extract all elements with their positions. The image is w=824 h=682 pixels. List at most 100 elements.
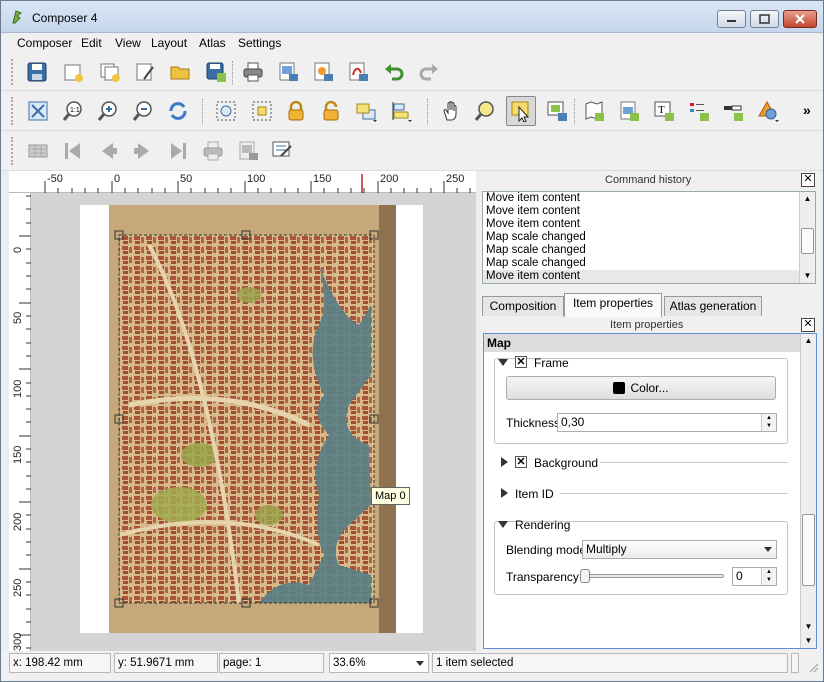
scroll-up-arrow[interactable]: ▲	[800, 192, 815, 206]
export-svg-icon[interactable]	[311, 60, 335, 84]
blending-mode-select[interactable]: Multiply	[582, 540, 777, 559]
scroll-down-arrow[interactable]: ▼	[800, 269, 815, 283]
unlock-icon[interactable]	[319, 99, 343, 123]
history-item[interactable]: Move item content	[483, 192, 815, 205]
v-ruler-label: 200	[12, 512, 24, 531]
divider	[560, 493, 788, 494]
redo-icon[interactable]	[417, 60, 441, 84]
tab-item-properties[interactable]: Item properties	[564, 293, 662, 317]
composer-manager-icon[interactable]	[133, 60, 157, 84]
zoom-tool-icon[interactable]	[473, 99, 497, 123]
add-image-icon[interactable]	[617, 99, 641, 123]
expand-background-icon[interactable]	[501, 457, 508, 467]
toolbar-grip[interactable]	[11, 97, 15, 125]
background-checkbox[interactable]: ✕	[515, 456, 527, 468]
history-item[interactable]: Map scale changed	[483, 231, 815, 244]
command-history-list[interactable]: Move item content Move item content Move…	[482, 191, 816, 284]
menu-atlas[interactable]: Atlas	[199, 36, 226, 50]
maximize-button[interactable]	[750, 10, 779, 28]
select-move-icon[interactable]	[506, 96, 536, 126]
menu-layout[interactable]: Layout	[151, 36, 187, 50]
group-icon[interactable]	[214, 99, 238, 123]
map-item[interactable]	[109, 205, 396, 633]
next-feature-icon[interactable]	[131, 139, 155, 163]
zoom-actual-icon[interactable]: 1:1	[61, 99, 85, 123]
toolbar-grip[interactable]	[11, 59, 15, 85]
command-history-title: Command history	[605, 174, 692, 186]
prev-feature-icon[interactable]	[96, 139, 120, 163]
add-legend-icon[interactable]	[687, 99, 711, 123]
resize-grip-icon[interactable]	[807, 661, 819, 673]
zoom-out-icon[interactable]	[131, 99, 155, 123]
scroll-up-arrow[interactable]: ▲	[801, 334, 816, 348]
properties-scrollbar[interactable]: ▲ ▼ ▼	[800, 334, 816, 648]
menu-settings[interactable]: Settings	[238, 36, 281, 50]
atlas-settings-icon[interactable]	[270, 139, 294, 163]
open-folder-icon[interactable]	[168, 60, 192, 84]
menu-composer[interactable]: Composer	[17, 36, 72, 50]
lock-icon[interactable]	[284, 99, 308, 123]
refresh-icon[interactable]	[166, 99, 190, 123]
zoom-select[interactable]: 33.6%	[329, 653, 429, 673]
tab-atlas-generation[interactable]: Atlas generation	[664, 296, 762, 316]
print-atlas-icon[interactable]	[201, 139, 225, 163]
close-history-dock-button[interactable]: ✕	[801, 173, 815, 187]
item-id-label: Item ID	[515, 487, 554, 501]
close-window-button[interactable]	[783, 10, 817, 28]
history-item[interactable]: Move item content	[483, 205, 815, 218]
add-shape-icon[interactable]	[756, 99, 780, 123]
spin-arrows[interactable]: ▲ ▼	[761, 414, 776, 431]
close-properties-dock-button[interactable]: ✕	[801, 318, 815, 332]
atlas-preview-icon[interactable]	[26, 139, 50, 163]
frame-color-button[interactable]: Color...	[506, 376, 776, 400]
toolbar-grip[interactable]	[11, 137, 15, 165]
pan-icon[interactable]	[439, 99, 463, 123]
history-scrollbar[interactable]: ▲ ▼	[799, 192, 815, 283]
align-icon[interactable]	[389, 99, 413, 123]
scrollbar-thumb[interactable]	[802, 514, 815, 586]
history-item[interactable]: Map scale changed	[483, 244, 815, 257]
composer-canvas[interactable]: -50 0 50 100 150 200 250 0 50 100 150 20…	[9, 171, 476, 651]
scroll-down-arrow[interactable]: ▼	[801, 634, 816, 648]
thickness-spinbox[interactable]: 0,30 ▲ ▼	[557, 413, 777, 432]
undo-icon[interactable]	[382, 60, 406, 84]
print-icon[interactable]	[241, 60, 265, 84]
history-item[interactable]: Map scale changed	[483, 257, 815, 270]
menu-view[interactable]: View	[115, 36, 141, 50]
expand-item-id-icon[interactable]	[501, 488, 508, 498]
scroll-down-arrow[interactable]: ▼	[801, 620, 816, 634]
save-icon[interactable]	[25, 60, 49, 84]
add-label-icon[interactable]: T	[652, 99, 676, 123]
ungroup-icon[interactable]	[250, 99, 274, 123]
zoom-full-icon[interactable]	[26, 99, 50, 123]
tab-composition[interactable]: Composition	[482, 296, 564, 316]
minimize-button[interactable]	[717, 10, 746, 28]
last-feature-icon[interactable]	[166, 139, 190, 163]
add-scalebar-icon[interactable]	[721, 99, 745, 123]
collapse-rendering-icon[interactable]	[498, 521, 508, 528]
zoom-in-icon[interactable]	[96, 99, 120, 123]
composer-window: Composer 4 Composer Edit View Layout Atl…	[0, 0, 824, 682]
export-atlas-icon[interactable]	[236, 139, 260, 163]
toolbar-overflow-button[interactable]: »	[803, 102, 811, 118]
history-item[interactable]: Move item content	[483, 218, 815, 231]
transparency-slider-handle[interactable]	[580, 569, 590, 583]
scrollbar-thumb[interactable]	[801, 228, 814, 254]
transparency-spinbox[interactable]: 0 ▲ ▼	[732, 567, 777, 586]
transparency-slider-track[interactable]	[584, 574, 724, 578]
raise-icon[interactable]	[354, 99, 378, 123]
menu-edit[interactable]: Edit	[81, 36, 102, 50]
first-feature-icon[interactable]	[61, 139, 85, 163]
export-pdf-icon[interactable]	[346, 60, 370, 84]
collapse-frame-icon[interactable]	[498, 359, 508, 366]
add-map-icon[interactable]	[582, 99, 606, 123]
export-image-icon[interactable]	[276, 60, 300, 84]
duplicate-composer-icon[interactable]	[98, 60, 122, 84]
history-item-selected[interactable]: Move item content	[483, 270, 815, 283]
title-bar: Composer 4	[1, 1, 823, 33]
move-content-icon[interactable]	[545, 99, 569, 123]
spin-arrows[interactable]: ▲ ▼	[761, 568, 776, 585]
save-template-icon[interactable]	[204, 60, 228, 84]
frame-checkbox[interactable]: ✕	[515, 356, 527, 368]
new-composer-icon[interactable]	[61, 60, 85, 84]
